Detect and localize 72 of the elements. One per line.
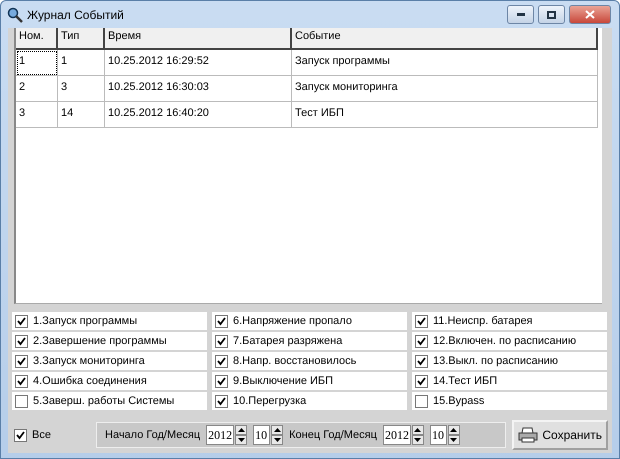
table-cell: 1 (16, 50, 58, 76)
number-field[interactable]: 10 (253, 425, 270, 445)
table-cell: 1 (58, 50, 105, 76)
checkbox[interactable] (15, 354, 28, 368)
up-arrow-icon[interactable] (235, 425, 248, 435)
end-label: Конец Год/Месяц (289, 429, 377, 441)
column-header[interactable]: Время (105, 28, 292, 50)
close-icon (585, 10, 595, 19)
checkbox-label: 10.Перегрузка (233, 395, 306, 407)
column-header[interactable]: Ном. (16, 28, 58, 50)
checkbox-label: 15.Bypass (433, 395, 484, 407)
column-header[interactable]: Событие (292, 28, 598, 50)
checkbox-label: 6.Напряжение пропало (233, 315, 352, 327)
checkbox[interactable] (415, 314, 428, 328)
table-cell: 10.25.2012 16:40:20 (105, 102, 292, 128)
checkbox[interactable] (215, 394, 228, 408)
start-label: Начало Год/Месяц (105, 429, 200, 441)
table-cell: 14 (58, 102, 105, 128)
checkbox[interactable] (15, 394, 28, 408)
checkbox[interactable] (215, 354, 228, 368)
checkbox[interactable] (415, 354, 428, 368)
table-cell: 3 (16, 102, 58, 128)
up-arrow-icon[interactable] (412, 425, 424, 435)
checkbox[interactable] (415, 334, 428, 348)
number-field[interactable]: 10 (430, 425, 447, 445)
checkbox[interactable] (15, 374, 28, 388)
checkbox[interactable] (15, 314, 28, 328)
window-title: Журнал Событий (27, 8, 125, 22)
checkbox[interactable] (415, 374, 428, 388)
table-cell: Запуск мониторинга (292, 76, 598, 102)
checkbox-label: 12.Включен. по расписанию (433, 335, 576, 347)
checkbox[interactable] (215, 314, 228, 328)
column-header[interactable]: Тип (58, 28, 105, 50)
minimize-icon (516, 13, 524, 16)
minimize-button[interactable] (507, 5, 534, 24)
checkbox-label: 4.Ошибка соединения (33, 375, 147, 387)
table-cell: Запуск программы (292, 50, 598, 76)
checkbox-label: 5.Заверш. работы Системы (33, 395, 174, 407)
checkbox-label: 8.Напр. восстановилось (233, 355, 356, 367)
down-arrow-icon[interactable] (235, 435, 248, 445)
table-cell: Тест ИБП (292, 102, 598, 128)
checkbox[interactable] (215, 374, 228, 388)
printer-icon (518, 427, 538, 443)
checkbox-label: 1.Запуск программы (33, 315, 138, 327)
table-cell: 10.25.2012 16:29:52 (105, 50, 292, 76)
checkbox-label: 3.Запуск мониторинга (33, 355, 145, 367)
table-cell: 10.25.2012 16:30:03 (105, 76, 292, 102)
checkbox-label: 7.Батарея разряжена (233, 335, 342, 347)
checkbox[interactable] (14, 428, 27, 442)
number-field[interactable]: 2012 (206, 425, 234, 445)
table-cell: 3 (58, 76, 105, 102)
close-button[interactable] (569, 5, 611, 24)
up-arrow-icon[interactable] (271, 425, 284, 435)
save-button[interactable]: Сохранить (512, 420, 608, 450)
checkbox-label: 11.Неиспр. батарея (433, 315, 533, 327)
down-arrow-icon[interactable] (412, 435, 424, 445)
table-cell: 2 (16, 76, 58, 102)
checkbox-label: 9.Выключение ИБП (233, 375, 334, 387)
maximize-icon (547, 10, 556, 18)
checkbox[interactable] (15, 334, 28, 348)
up-arrow-icon[interactable] (448, 425, 460, 435)
maximize-button[interactable] (538, 5, 565, 24)
checkbox[interactable] (415, 394, 428, 408)
down-arrow-icon[interactable] (271, 435, 284, 445)
checkbox-label: 14.Тест ИБП (433, 375, 498, 387)
magnifier-icon (7, 6, 23, 22)
number-field[interactable]: 2012 (382, 425, 411, 445)
checkbox-label: 13.Выкл. по расписанию (433, 355, 558, 367)
checkbox[interactable] (215, 334, 228, 348)
down-arrow-icon[interactable] (448, 435, 460, 445)
checkbox-label: Все (32, 429, 51, 441)
checkbox-label: 2.Завершение программы (33, 335, 167, 347)
